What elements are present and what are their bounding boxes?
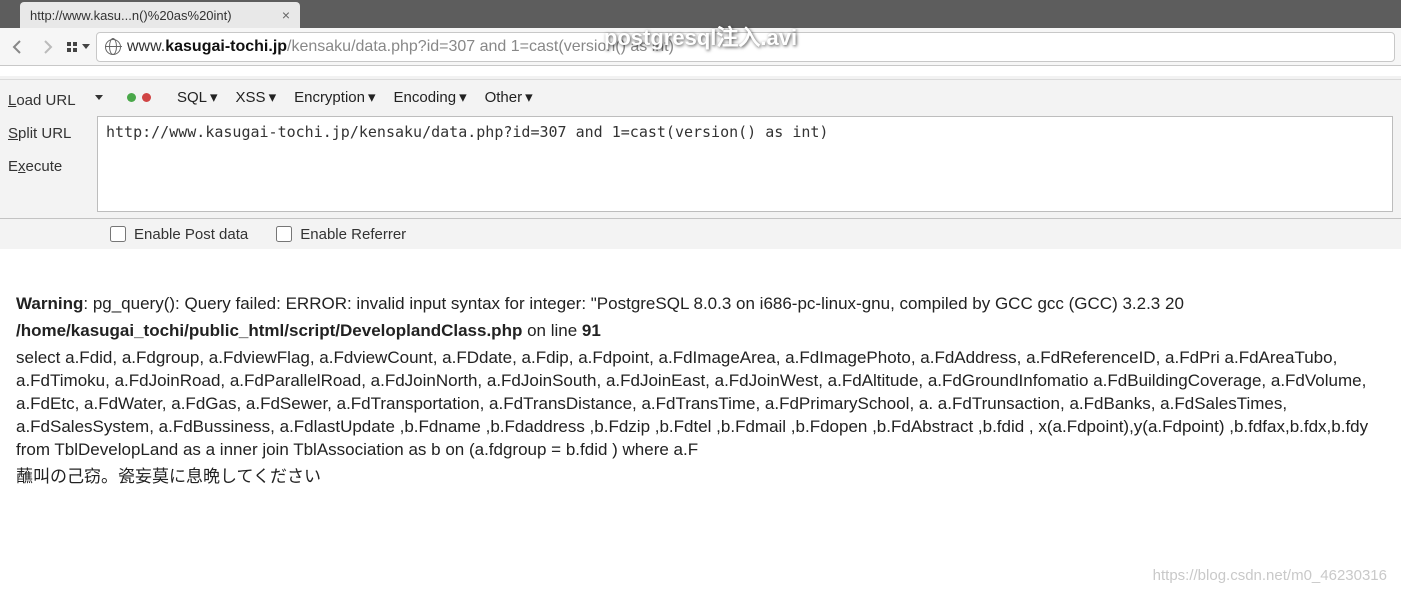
chevron-down-icon xyxy=(82,44,90,49)
warning-line: Warning: pg_query(): Query failed: ERROR… xyxy=(16,293,1385,316)
hackbar-menu: SQL▾ XSS▾ Encryption▾ Encoding▾ Other▾ xyxy=(87,80,1401,114)
watermark: https://blog.csdn.net/m0_46230316 xyxy=(1153,567,1387,584)
tab-title: http://www.kasu...n()%20as%20int) xyxy=(30,8,232,23)
checkbox-icon[interactable] xyxy=(110,226,126,242)
menu-encryption[interactable]: Encryption▾ xyxy=(288,84,381,110)
warning-text: : pg_query(): Query failed: ERROR: inval… xyxy=(83,294,1184,313)
menu-other[interactable]: Other▾ xyxy=(479,84,539,110)
enable-post-data-label: Enable Post data xyxy=(134,226,248,243)
sql-query-text: select a.Fdid, a.Fdgroup, a.FdviewFlag, … xyxy=(16,347,1385,462)
page-content: Warning: pg_query(): Query failed: ERROR… xyxy=(0,249,1401,505)
chevron-down-icon: ▾ xyxy=(525,88,533,106)
status-dot-red-icon xyxy=(142,93,151,102)
on-line-text: on line xyxy=(522,321,582,340)
apps-grid-button[interactable] xyxy=(66,35,90,59)
url-domain: kasugai-tochi.jp xyxy=(165,38,287,55)
menu-sql[interactable]: SQL▾ xyxy=(171,84,224,110)
url-text: www.kasugai-tochi.jp/kensaku/data.php?id… xyxy=(127,38,674,56)
enable-referrer-checkbox[interactable]: Enable Referrer xyxy=(276,226,406,243)
hackbar-panel: Load URL Split URL Execute SQL▾ XSS▾ Enc… xyxy=(0,80,1401,219)
menu-xss[interactable]: XSS▾ xyxy=(230,84,283,110)
browser-tab-strip: http://www.kasu...n()%20as%20int) × xyxy=(0,0,1401,28)
error-path-line: /home/kasugai_tochi/public_html/script/D… xyxy=(16,320,1385,343)
close-icon[interactable]: × xyxy=(282,7,290,23)
hackbar-options: Enable Post data Enable Referrer xyxy=(0,219,1401,249)
error-file-path: /home/kasugai_tochi/public_html/script/D… xyxy=(16,321,522,340)
back-button[interactable] xyxy=(6,35,30,59)
error-line-number: 91 xyxy=(582,321,601,340)
load-url-button[interactable]: Load URL xyxy=(0,84,87,117)
split-url-button[interactable]: Split URL xyxy=(0,117,87,150)
warning-label: Warning xyxy=(16,294,83,313)
url-bar[interactable]: www.kasugai-tochi.jp/kensaku/data.php?id… xyxy=(96,32,1395,62)
hackbar-url-input[interactable]: http://www.kasugai-tochi.jp/kensaku/data… xyxy=(97,116,1393,212)
chevron-down-icon: ▾ xyxy=(269,88,277,106)
chevron-down-icon[interactable] xyxy=(95,95,103,100)
browser-nav-bar: www.kasugai-tochi.jp/kensaku/data.php?id… xyxy=(0,28,1401,66)
execute-button[interactable]: Execute xyxy=(0,150,87,183)
globe-icon xyxy=(105,39,121,55)
japanese-text: 蘸叫の己窃。瓷妄莫に息晩してください xyxy=(16,466,1385,489)
hackbar-side-actions: Load URL Split URL Execute xyxy=(0,80,87,218)
checkbox-icon[interactable] xyxy=(276,226,292,242)
forward-button[interactable] xyxy=(36,35,60,59)
enable-post-data-checkbox[interactable]: Enable Post data xyxy=(110,226,248,243)
chevron-down-icon: ▾ xyxy=(459,88,467,106)
chevron-down-icon: ▾ xyxy=(210,88,218,106)
status-dot-green-icon xyxy=(127,93,136,102)
chevron-down-icon: ▾ xyxy=(368,88,376,106)
menu-encoding[interactable]: Encoding▾ xyxy=(388,84,473,110)
browser-tab[interactable]: http://www.kasu...n()%20as%20int) × xyxy=(20,2,300,28)
hackbar-main: SQL▾ XSS▾ Encryption▾ Encoding▾ Other▾ h… xyxy=(87,80,1401,218)
enable-referrer-label: Enable Referrer xyxy=(300,226,406,243)
grid-icon xyxy=(67,42,77,52)
url-scheme: www. xyxy=(127,38,165,55)
url-path: /kensaku/data.php?id=307 and 1=cast(vers… xyxy=(287,38,674,55)
